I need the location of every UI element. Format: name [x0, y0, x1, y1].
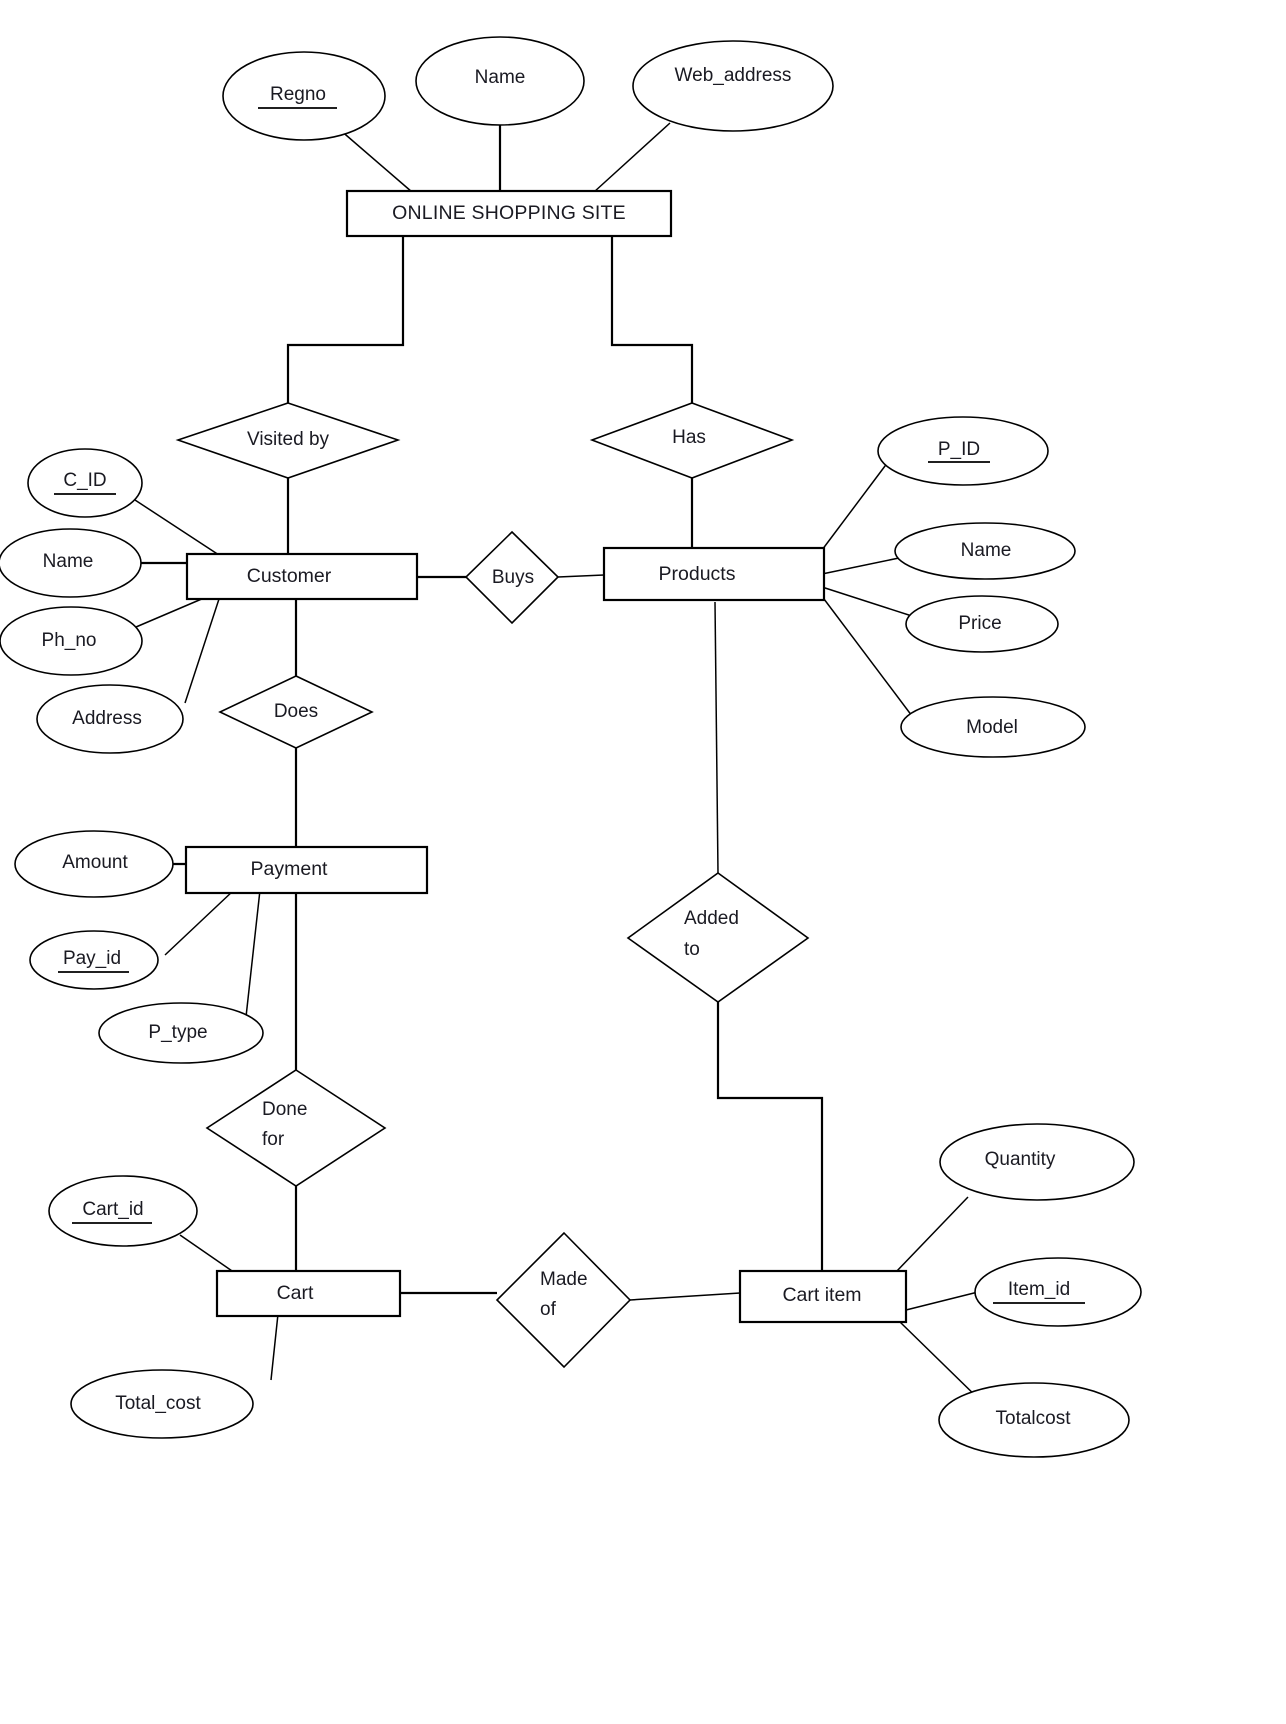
- edge-cid-customer: [134, 499, 223, 558]
- entity-cart[interactable]: Cart: [215, 1269, 402, 1318]
- edge-addedto-cartitem: [716, 1002, 824, 1271]
- entity-customer-label: Customer: [247, 565, 332, 587]
- attribute-pay-id[interactable]: Pay_id: [29, 930, 159, 990]
- relationship-visited-by[interactable]: Visited by: [175, 402, 401, 479]
- attribute-quantity[interactable]: Quantity: [939, 1123, 1135, 1201]
- attribute-ph-no[interactable]: Ph_no: [0, 606, 143, 676]
- edge-cartid-cart: [179, 1234, 236, 1274]
- attribute-site-name[interactable]: Name: [415, 36, 585, 126]
- attribute-web-address-label: Web_address: [675, 65, 792, 86]
- relationship-buys[interactable]: Buys: [464, 530, 560, 625]
- edge-itemid-cartitem: [905, 1291, 979, 1311]
- attribute-p-id-label: P_ID: [938, 439, 980, 460]
- entity-payment[interactable]: Payment: [184, 845, 429, 895]
- entity-online-shopping-site[interactable]: ONLINE SHOPPING SITE: [345, 189, 673, 238]
- edge-phno-customer: [135, 597, 205, 628]
- edge-products-addedto: [714, 601, 719, 874]
- edge-pid-products: [821, 461, 889, 551]
- relationship-made-of-label-line2: of: [540, 1299, 557, 1320]
- attribute-amount-label: Amount: [62, 852, 128, 873]
- entity-cart-item[interactable]: Cart item: [738, 1269, 908, 1324]
- entity-online-shopping-site-label: ONLINE SHOPPING SITE: [392, 202, 626, 224]
- attribute-regno-label: Regno: [270, 84, 326, 105]
- edge-madeof-cartitem: [629, 1292, 741, 1301]
- entity-products-label: Products: [659, 563, 736, 585]
- attribute-web-address[interactable]: Web_address: [632, 40, 834, 132]
- relationship-added-to[interactable]: Added to: [626, 872, 810, 1003]
- attribute-cartitem-totalcost-label: Totalcost: [996, 1408, 1072, 1429]
- entity-payment-label: Payment: [251, 858, 329, 880]
- attribute-item-id-label: Item_id: [1008, 1279, 1070, 1300]
- attribute-cart-id[interactable]: Cart_id: [48, 1175, 198, 1247]
- attribute-price-label: Price: [958, 613, 1001, 634]
- edge-buys-products: [557, 574, 605, 578]
- edge-model-products: [823, 598, 913, 717]
- relationship-added-to-label-line1: Added: [684, 908, 739, 929]
- attribute-site-name-label: Name: [475, 67, 526, 88]
- er-diagram-canvas: ONLINE SHOPPING SITE Customer Products P…: [0, 0, 1286, 1724]
- attribute-customer-name-label: Name: [43, 551, 94, 572]
- edge-layer: [134, 118, 986, 1406]
- relationship-does-label: Does: [274, 701, 318, 722]
- attribute-total-cost-label: Total_cost: [115, 1393, 201, 1414]
- relationship-made-of[interactable]: Made of: [495, 1231, 632, 1369]
- relationship-visited-by-label: Visited by: [247, 429, 330, 450]
- attribute-products-name[interactable]: Name: [894, 522, 1076, 580]
- relationship-done-for-label-line2: for: [262, 1129, 285, 1150]
- relationship-done-for[interactable]: Done for: [205, 1069, 387, 1187]
- entity-cart-label: Cart: [277, 1282, 314, 1304]
- attribute-pay-id-label: Pay_id: [63, 948, 121, 969]
- relationship-has-label: Has: [672, 427, 706, 448]
- attribute-cart-id-label: Cart_id: [82, 1199, 143, 1220]
- attribute-p-type[interactable]: P_type: [98, 1002, 264, 1064]
- attribute-address-label: Address: [72, 708, 142, 729]
- attribute-price[interactable]: Price: [905, 595, 1059, 653]
- edge-quantity-cartitem: [894, 1196, 969, 1274]
- relationship-does[interactable]: Does: [218, 675, 374, 749]
- attribute-p-type-label: P_type: [148, 1022, 207, 1043]
- entity-products[interactable]: Products: [602, 546, 826, 602]
- relationship-buys-label: Buys: [492, 567, 534, 588]
- attribute-quantity-label: Quantity: [985, 1149, 1056, 1170]
- relationship-made-of-label-line1: Made: [540, 1269, 588, 1290]
- edge-prodname-products: [821, 557, 900, 575]
- entity-cart-item-label: Cart item: [782, 1284, 861, 1306]
- attribute-cartitem-totalcost[interactable]: Totalcost: [938, 1382, 1130, 1458]
- attribute-regno[interactable]: Regno: [222, 51, 386, 141]
- attribute-total-cost[interactable]: Total_cost: [70, 1369, 254, 1439]
- attribute-customer-name[interactable]: Name: [0, 528, 142, 598]
- attribute-amount[interactable]: Amount: [14, 830, 174, 898]
- edge-site-has: [610, 235, 694, 403]
- edge-price-products: [821, 586, 916, 618]
- edge-payid-payment: [164, 889, 235, 956]
- attribute-item-id[interactable]: Item_id: [974, 1257, 1142, 1327]
- attribute-p-id[interactable]: P_ID: [877, 416, 1049, 486]
- edge-regno-site: [338, 128, 413, 193]
- edge-webaddress-site: [593, 122, 671, 193]
- edge-totalcost-cart: [270, 1313, 279, 1381]
- attribute-c-id-label: C_ID: [63, 470, 106, 491]
- attribute-ph-no-label: Ph_no: [42, 630, 97, 651]
- relationship-done-for-label-line1: Done: [262, 1099, 307, 1120]
- relationship-has[interactable]: Has: [589, 402, 795, 479]
- edge-site-visitedby: [286, 235, 405, 403]
- attribute-c-id[interactable]: C_ID: [27, 448, 143, 518]
- edge-ptype-payment: [245, 889, 261, 1018]
- attribute-products-name-label: Name: [961, 540, 1012, 561]
- attribute-address[interactable]: Address: [36, 684, 184, 754]
- entity-customer[interactable]: Customer: [185, 552, 419, 601]
- edge-address-customer: [184, 598, 220, 704]
- attribute-model[interactable]: Model: [900, 696, 1086, 758]
- relationship-added-to-label-line2: to: [684, 939, 700, 960]
- attribute-model-label: Model: [966, 717, 1018, 738]
